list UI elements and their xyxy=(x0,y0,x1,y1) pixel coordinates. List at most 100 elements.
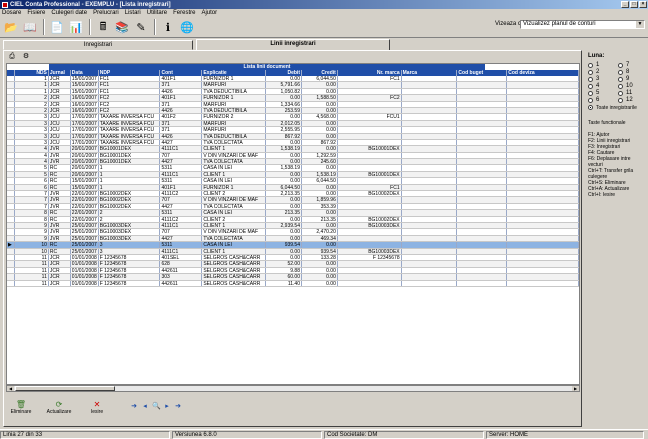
cell-ndp[interactable]: 1 xyxy=(99,171,161,178)
cell-debit[interactable]: 0.00 xyxy=(266,76,302,82)
cell-explicatie[interactable]: TVA COLECTATA xyxy=(202,139,267,146)
cell-ndp[interactable]: F 12345678 xyxy=(99,267,161,274)
cell-cont[interactable]: 4111C1 xyxy=(160,171,203,178)
cell-ndp[interactable]: BG10002DEX xyxy=(99,203,161,210)
cell-credit[interactable]: 1,292.59 xyxy=(302,152,338,159)
cell-data[interactable]: 01/01/2008 xyxy=(71,261,99,267)
cell-debit[interactable]: 0.00 xyxy=(266,178,302,184)
cell-credit[interactable]: 0.00 xyxy=(302,133,338,139)
all-entries-radio[interactable]: Toate inregistrarile xyxy=(588,105,646,111)
cell-jurnal[interactable]: JCU xyxy=(49,120,71,127)
cell-cod-buget[interactable] xyxy=(457,229,508,235)
cell-cod-buget[interactable] xyxy=(457,139,508,146)
cell-data[interactable]: 16/01/2007 xyxy=(71,95,99,101)
row-indicator[interactable] xyxy=(7,197,15,203)
cell-cod-buget[interactable] xyxy=(457,178,508,184)
cell-jurnal[interactable]: JCR xyxy=(49,95,71,101)
cell-explicatie[interactable]: FURNIZOR 1 xyxy=(202,76,267,82)
cell-debit[interactable]: 0.00 xyxy=(266,203,302,210)
cell-cod-buget[interactable] xyxy=(457,191,508,197)
cell-cod-deviza[interactable] xyxy=(507,216,579,222)
cell-cod-deviza[interactable] xyxy=(507,88,579,95)
menu-fisiere[interactable]: Fisiere xyxy=(27,10,45,16)
cell-cod-deviza[interactable] xyxy=(507,133,579,139)
cell-data[interactable]: 25/01/2007 xyxy=(71,248,99,254)
cell-nds[interactable]: 4 xyxy=(15,159,49,165)
cell-cod-buget[interactable] xyxy=(457,152,508,159)
cell-credit[interactable]: 0.00 xyxy=(302,127,338,133)
cell-cod-deviza[interactable] xyxy=(507,82,579,88)
cell-ndp[interactable]: 3 xyxy=(99,242,161,248)
cell-cod-deviza[interactable] xyxy=(507,127,579,133)
row-indicator[interactable] xyxy=(7,76,15,82)
cell-marca[interactable] xyxy=(402,210,458,216)
cell-explicatie[interactable]: CASA IN LEI xyxy=(202,210,267,216)
cell-nr-marca[interactable] xyxy=(338,152,402,159)
print-icon[interactable]: ⎙ xyxy=(6,52,18,62)
cell-debit[interactable]: 867.92 xyxy=(266,133,302,139)
cell-credit[interactable]: 0.00 xyxy=(302,280,338,286)
cell-nr-marca[interactable]: FCU1 xyxy=(338,114,402,120)
cell-data[interactable]: 01/01/2008 xyxy=(71,254,99,261)
cell-ndp[interactable]: F 12345678 xyxy=(99,254,161,261)
month-radio-9[interactable]: 9 xyxy=(618,76,646,82)
cell-cod-buget[interactable] xyxy=(457,88,508,95)
cell-data[interactable]: 15/01/2007 xyxy=(71,178,99,184)
cell-marca[interactable] xyxy=(402,229,458,235)
cell-ndp[interactable]: BG10003DEX xyxy=(99,229,161,235)
cell-marca[interactable] xyxy=(402,248,458,254)
cell-nds[interactable]: 8 xyxy=(15,210,49,216)
cell-cod-deviza[interactable] xyxy=(507,101,579,107)
cell-nds[interactable]: 1 xyxy=(15,82,49,88)
row-indicator[interactable] xyxy=(7,152,15,159)
cell-nds[interactable]: 8 xyxy=(15,216,49,222)
cell-cod-deviza[interactable] xyxy=(507,146,579,152)
tab-inregistrari[interactable]: Inregistrari xyxy=(3,40,193,50)
cell-nds[interactable]: 4 xyxy=(15,146,49,152)
row-indicator[interactable] xyxy=(7,229,15,235)
cell-jurnal[interactable]: JCR xyxy=(49,76,71,82)
cell-explicatie[interactable]: V DIN VINZARI DE MAF xyxy=(202,229,267,235)
cell-explicatie[interactable]: TVA DEDUCTIBILA xyxy=(202,133,267,139)
cell-nds[interactable]: 2 xyxy=(15,107,49,114)
delete-button[interactable]: 🗑 Eliminare xyxy=(6,398,36,416)
cell-cod-buget[interactable] xyxy=(457,82,508,88)
cell-cod-buget[interactable] xyxy=(457,203,508,210)
cell-jurnal[interactable]: JVR xyxy=(49,197,71,203)
scroll-left-icon[interactable]: ◀ xyxy=(7,386,14,391)
cell-cod-deviza[interactable] xyxy=(507,235,579,242)
row-indicator[interactable] xyxy=(7,165,15,171)
cell-nds[interactable]: 10 xyxy=(15,242,49,248)
cell-credit[interactable]: 0.00 xyxy=(302,222,338,229)
cell-jurnal[interactable]: JVR xyxy=(49,229,71,235)
cell-ndp[interactable]: 1 xyxy=(99,165,161,171)
cell-cont[interactable]: 401F2 xyxy=(160,114,203,120)
cell-nr-marca[interactable] xyxy=(338,197,402,203)
cell-nds[interactable]: 1 xyxy=(15,76,49,82)
cell-data[interactable]: 15/01/2007 xyxy=(71,76,99,82)
nav-prev-icon[interactable]: ◂ xyxy=(141,403,149,411)
cell-nr-marca[interactable] xyxy=(338,165,402,171)
row-indicator[interactable] xyxy=(7,171,15,178)
cell-data[interactable]: 22/01/2007 xyxy=(71,197,99,203)
cell-nds[interactable]: 7 xyxy=(15,197,49,203)
cell-credit[interactable]: 1,859.96 xyxy=(302,197,338,203)
cell-nr-marca[interactable]: BG10003DEX xyxy=(338,222,402,229)
cell-ndp[interactable]: TAXARE INVERSA FCU xyxy=(99,127,161,133)
cell-cod-buget[interactable] xyxy=(457,248,508,254)
cell-credit[interactable]: 1,588.50 xyxy=(302,95,338,101)
row-indicator[interactable] xyxy=(7,254,15,261)
cell-marca[interactable] xyxy=(402,152,458,159)
cell-credit[interactable]: 469.34 xyxy=(302,235,338,242)
cell-debit[interactable]: 0.00 xyxy=(266,197,302,203)
cell-ndp[interactable]: F 12345678 xyxy=(99,274,161,280)
cell-credit[interactable]: 0.00 xyxy=(302,267,338,274)
cell-cod-buget[interactable] xyxy=(457,133,508,139)
cell-cont[interactable]: 4426 xyxy=(160,88,203,95)
cell-explicatie[interactable]: TVA COLECTATA xyxy=(202,159,267,165)
cell-data[interactable]: 01/01/2008 xyxy=(71,274,99,280)
cell-nr-marca[interactable] xyxy=(338,120,402,127)
cell-explicatie[interactable]: CASA IN LEI xyxy=(202,165,267,171)
month-radio-3[interactable]: 3 xyxy=(588,76,618,82)
cell-data[interactable]: 20/01/2007 xyxy=(71,146,99,152)
